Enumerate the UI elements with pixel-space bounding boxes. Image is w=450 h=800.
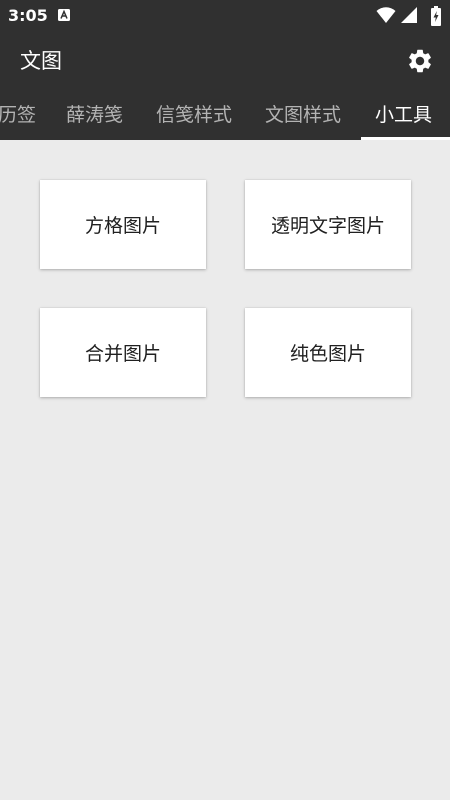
tab-text-image-styles[interactable]: 文图样式 [265,90,341,140]
status-bar: 3:05 [0,0,450,32]
transparent-text-image-card[interactable]: 透明文字图片 [245,180,411,269]
tab-bar: 历签 薛涛笺 信笺样式 文图样式 小工具 [0,90,450,140]
tab-letter-paper-styles[interactable]: 信笺样式 [156,90,232,140]
grid-image-label: 方格图片 [84,215,161,237]
merge-images-card[interactable]: 合并图片 [40,308,206,397]
wifi-icon [376,7,396,23]
active-tab-indicator [361,137,450,140]
grid-image-card[interactable]: 方格图片 [40,180,206,269]
solid-color-image-card[interactable]: 纯色图片 [245,308,411,397]
battery-charging-icon [431,6,441,26]
tab-xuetao-paper[interactable]: 薛涛笺 [66,90,123,140]
signal-icon [401,7,417,23]
tab-tools[interactable]: 小工具 [375,90,432,140]
merge-images-label: 合并图片 [84,343,161,365]
status-time: 3:05 [8,6,48,25]
gear-icon [409,49,431,73]
app-bar: 文图 [0,32,450,90]
solid-color-image-label: 纯色图片 [289,343,366,365]
transparent-text-image-label: 透明文字图片 [270,215,385,237]
settings-button[interactable] [406,47,434,75]
tab-calendar-notes[interactable]: 历签 [0,90,36,140]
app-notification-icon [58,9,70,21]
app-title: 文图 [20,49,62,73]
